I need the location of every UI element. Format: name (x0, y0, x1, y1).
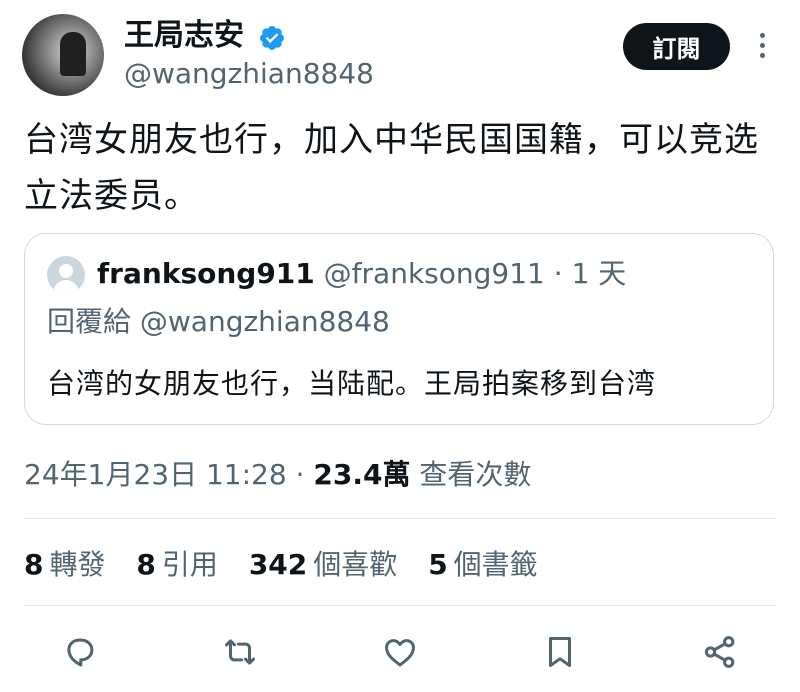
retweet-icon (225, 639, 255, 665)
quoted-text: 台湾的女朋友也行，当陆配。王局拍案移到台湾 (47, 367, 657, 400)
bookmark-icon (548, 637, 572, 667)
verified-badge-icon (260, 26, 284, 50)
author-name[interactable]: 王局志安 (124, 16, 244, 56)
views-label: 查看次數 (419, 458, 532, 491)
bookmark-button[interactable] (538, 630, 582, 674)
tweet-text: 台湾女朋友也行，加入中华民国国籍，可以竞选立法委员。 (24, 120, 759, 216)
stat-likes[interactable]: 342 個喜歡 (249, 545, 397, 585)
divider (24, 518, 776, 519)
tweet-meta: 24年1月23日 11:28 · 23.4萬 查看次數 (24, 455, 531, 495)
quoted-separator: · (553, 257, 563, 290)
quoted-tweet[interactable]: franksong911 @franksong911 · 1 天 回覆給 @wa… (24, 233, 774, 425)
stat-retweets[interactable]: 8 轉發 (24, 545, 106, 585)
subscribe-button[interactable]: 訂閱 (623, 23, 730, 70)
author-avatar[interactable] (22, 14, 104, 96)
stat-quotes[interactable]: 8 引用 (136, 545, 218, 585)
meta-separator: · (295, 458, 305, 491)
share-button[interactable] (698, 630, 742, 674)
retweet-button[interactable] (218, 630, 262, 674)
quoted-author-handle[interactable]: @franksong911 (324, 257, 545, 290)
quoted-header: franksong911 @franksong911 · 1 天 (97, 254, 626, 294)
more-options-icon[interactable] (752, 28, 772, 68)
reply-button[interactable] (58, 630, 102, 674)
divider (24, 605, 776, 606)
views-count: 23.4萬 (313, 458, 411, 491)
like-button[interactable] (378, 630, 422, 674)
like-icon (385, 639, 415, 667)
author-handle[interactable]: @wangzhian8848 (124, 56, 374, 92)
quoted-timestamp[interactable]: 1 天 (572, 257, 627, 290)
quoted-reply-to: 回覆給 @wangzhian8848 (47, 305, 390, 338)
quoted-author-name[interactable]: franksong911 (97, 257, 315, 290)
stat-bookmarks[interactable]: 5 個書籤 (428, 545, 538, 585)
avatar-figure (60, 32, 86, 76)
quoted-avatar[interactable] (47, 256, 85, 294)
engagement-stats: 8 轉發 8 引用 342 個喜歡 5 個書籤 (24, 545, 560, 585)
reply-icon (67, 638, 94, 667)
tweet-datetime[interactable]: 24年1月23日 11:28 (24, 458, 287, 491)
share-icon (704, 636, 735, 668)
